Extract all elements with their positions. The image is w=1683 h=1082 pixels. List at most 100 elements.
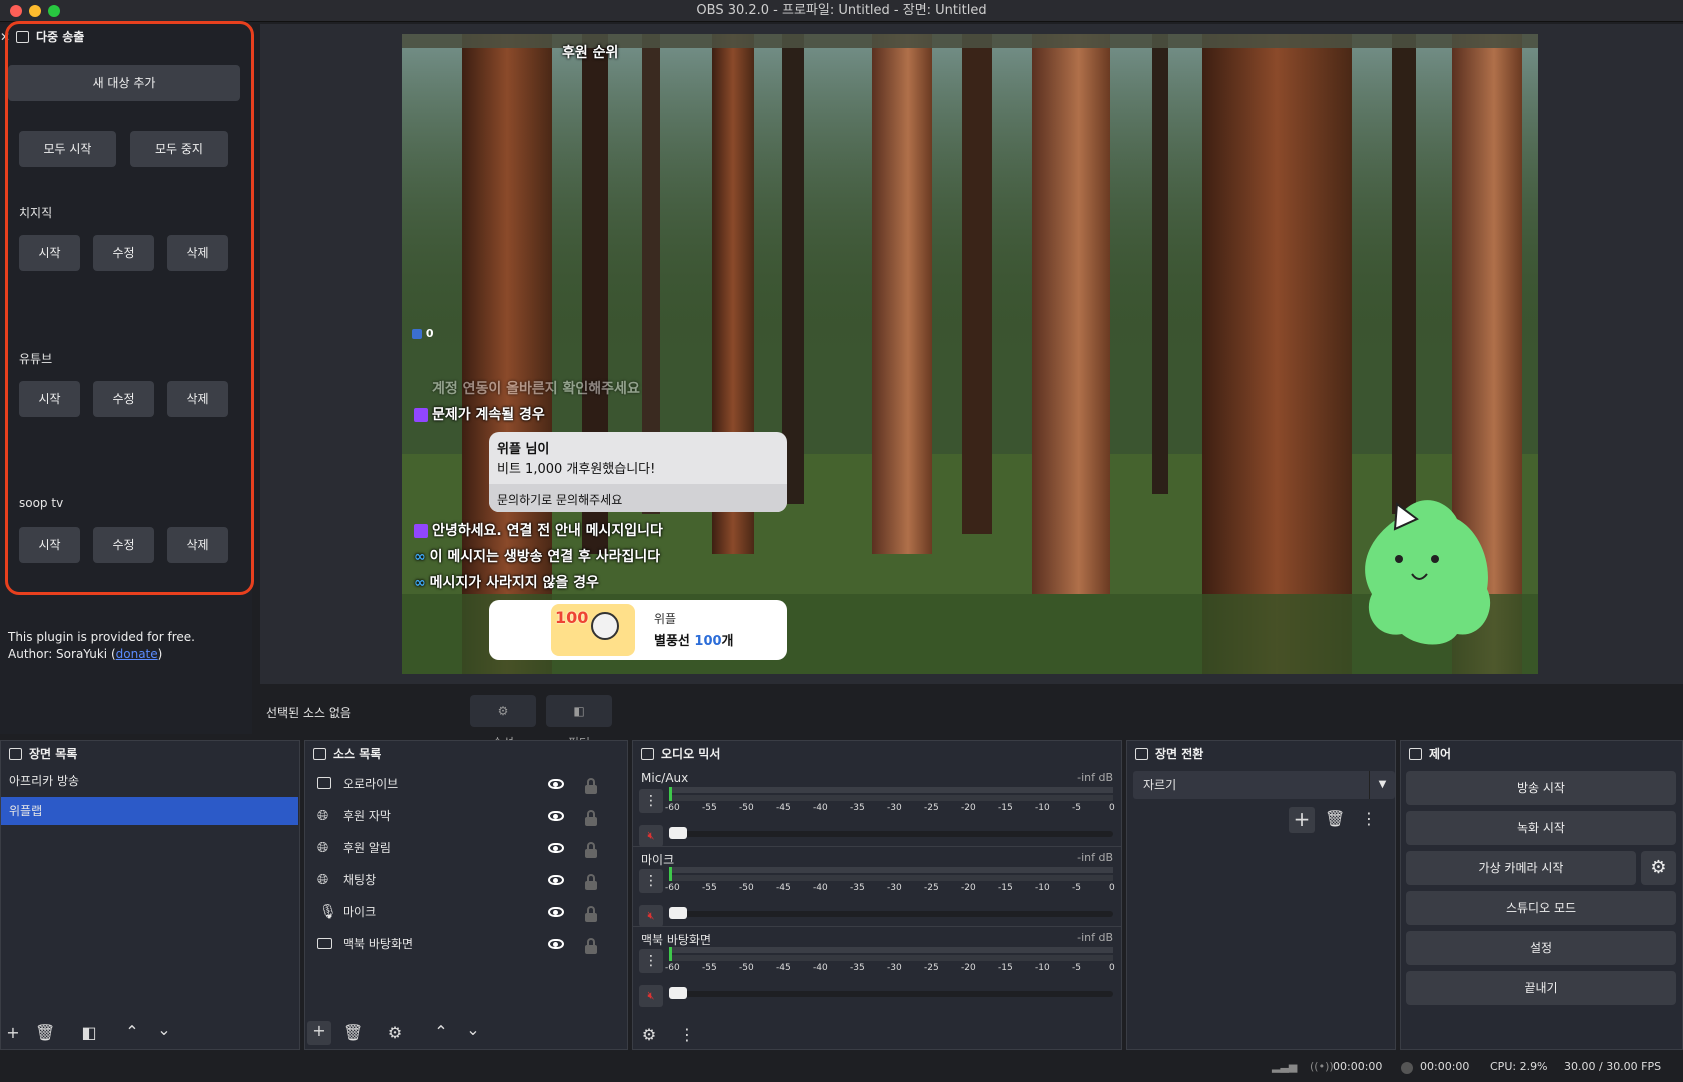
chevron-down-icon[interactable]: ▼ [1369, 771, 1395, 799]
zoom-window-button[interactable] [48, 5, 60, 17]
properties-button[interactable]: ⚙ 속성 [470, 695, 536, 750]
trash-icon[interactable]: 🗑 [35, 1023, 55, 1042]
channel-menu-dots-icon[interactable]: ⋮ [639, 869, 663, 893]
meter-tick-label: -15 [998, 883, 1013, 893]
scene-item-selected[interactable]: 위플랩 [1, 797, 298, 825]
meter-tick-label: -20 [961, 963, 976, 973]
counter-value: 0 [425, 327, 434, 340]
window-title: OBS 30.2.0 - 프로파일: Untitled - 장면: Untitl… [696, 3, 987, 18]
trash-icon[interactable]: 🗑 [343, 1023, 363, 1042]
meter-tick-label: -40 [813, 963, 828, 973]
visibility-eye-icon[interactable] [548, 939, 564, 949]
transition-select[interactable]: 자르기 ▼ [1133, 771, 1395, 799]
channel-menu-dots-icon[interactable]: ⋮ [639, 789, 663, 813]
add-icon[interactable]: + [3, 1023, 23, 1042]
add-icon[interactable]: + [1289, 807, 1315, 833]
lock-icon[interactable] [585, 938, 597, 954]
source-row[interactable]: 🌐︎ 후원 자막 [305, 800, 623, 832]
channel-level: -inf dB [1077, 931, 1113, 944]
volume-slider-handle[interactable] [669, 907, 687, 919]
channel-menu-dots-icon[interactable]: ⋮ [639, 949, 663, 973]
visibility-eye-icon[interactable] [548, 907, 564, 917]
meter-tick-label: 0 [1109, 803, 1115, 813]
visibility-eye-icon[interactable] [548, 811, 564, 821]
chevron-down-icon[interactable]: ⌄ [463, 1020, 483, 1039]
chevron-up-icon[interactable]: ⌃ [431, 1022, 451, 1041]
record-time: 00:00:00 [1420, 1060, 1470, 1073]
window-titlebar: OBS 30.2.0 - 프로파일: Untitled - 장면: Untitl… [0, 0, 1683, 22]
channel-level: -inf dB [1077, 771, 1113, 784]
donate-link[interactable]: donate [116, 647, 158, 661]
exit-button[interactable]: 끝내기 [1406, 971, 1676, 1005]
source-name: 맥북 바탕화면 [343, 937, 414, 951]
menu-dots-icon[interactable]: ⋮ [1361, 809, 1377, 828]
minimize-window-button[interactable] [29, 5, 41, 17]
gear-icon[interactable]: ⚙ [385, 1023, 405, 1042]
studio-mode-button[interactable]: 스튜디오 모드 [1406, 891, 1676, 925]
stream-time: 00:00:00 [1333, 1060, 1383, 1073]
meter-tick-label: -30 [887, 803, 902, 813]
advanced-audio-gear-icon[interactable]: ⚙ [639, 1025, 659, 1044]
meter-tick-label: -40 [813, 883, 828, 893]
volume-meter [669, 787, 1113, 793]
visibility-eye-icon[interactable] [548, 875, 564, 885]
filters-button[interactable]: ◧ 필터 [546, 695, 612, 750]
source-name: 후원 자막 [343, 809, 391, 823]
meter-tick-label: -15 [998, 803, 1013, 813]
start-virtual-camera-button[interactable]: 가상 카메라 시작 [1406, 851, 1636, 885]
volume-meter [669, 955, 1113, 961]
lock-icon[interactable] [585, 810, 597, 826]
image-icon [317, 777, 331, 789]
source-row[interactable]: 🎙︎ 마이크 [305, 896, 623, 928]
muted-speaker-icon[interactable]: 🔇︎ [639, 825, 663, 847]
muted-speaker-icon[interactable]: 🔇︎ [639, 905, 663, 927]
chevron-down-icon[interactable]: ⌄ [154, 1020, 174, 1039]
balloon-image: 100 [551, 604, 635, 656]
trash-icon[interactable]: 🗑 [1325, 809, 1345, 828]
filter-icon[interactable]: ◧ [79, 1023, 99, 1042]
chat-line: ∞ 이 메시지는 생방송 연결 후 사라집니다 [414, 549, 661, 565]
volume-slider-handle[interactable] [669, 987, 687, 999]
alert-message: 비트 1,000 개후원했습니다! [497, 462, 656, 477]
lock-icon[interactable] [585, 778, 597, 794]
virtual-camera-gear-icon[interactable]: ⚙ [1641, 851, 1676, 885]
source-row[interactable]: 🌐︎ 후원 알림 [305, 832, 623, 864]
settings-button[interactable]: 설정 [1406, 931, 1676, 965]
chevron-up-icon[interactable]: ⌃ [122, 1022, 142, 1041]
controls-title: 제어 [1401, 741, 1683, 767]
lock-icon[interactable] [585, 842, 597, 858]
dock-float-icon[interactable] [1409, 748, 1422, 760]
volume-slider-track[interactable] [669, 991, 1113, 997]
volume-meter [669, 795, 1113, 801]
alert-name: 위플 님이 [497, 442, 550, 457]
dock-float-icon[interactable] [313, 748, 326, 760]
source-row[interactable]: 맥북 바탕화면 [305, 928, 623, 960]
menu-dots-icon[interactable]: ⋮ [679, 1025, 695, 1044]
source-row[interactable]: 🌐︎ 채팅창 [305, 864, 623, 896]
muted-speaker-icon[interactable]: 🔇︎ [639, 985, 663, 1007]
volume-meter [669, 867, 1113, 873]
start-record-button[interactable]: 녹화 시작 [1406, 811, 1676, 845]
twitch-icon [414, 524, 428, 538]
visibility-eye-icon[interactable] [548, 779, 564, 789]
dock-float-icon[interactable] [1135, 748, 1148, 760]
visibility-eye-icon[interactable] [548, 843, 564, 853]
lock-icon[interactable] [585, 874, 597, 890]
volume-slider-handle[interactable] [669, 827, 687, 839]
signal-icon: ▂▃▅ [1272, 1060, 1298, 1073]
preview-canvas[interactable]: 후원 순위 0 계정 연동이 올바른지 확인해주세요 문제가 계속될 경우 위플… [402, 34, 1538, 674]
volume-slider-track[interactable] [669, 831, 1113, 837]
scenes-dock: 장면 목록 아프리카 방송 위플랩 + 🗑 ◧ ⌃ ⌄ [0, 740, 300, 1050]
meter-tick-label: -5 [1072, 803, 1081, 813]
lock-icon[interactable] [585, 906, 597, 922]
add-icon[interactable]: + [307, 1021, 331, 1045]
dock-float-icon[interactable] [9, 748, 22, 760]
start-stream-button[interactable]: 방송 시작 [1406, 771, 1676, 805]
dock-float-icon[interactable] [641, 748, 654, 760]
source-row[interactable]: 오로라이브 [305, 768, 623, 800]
volume-slider-track[interactable] [669, 911, 1113, 917]
filter-icon: ◧ [573, 704, 585, 718]
source-toolbar: 선택된 소스 없음 ⚙ 속성 ◧ 필터 [260, 690, 1683, 750]
close-window-button[interactable] [10, 5, 22, 17]
scene-item[interactable]: 아프리카 방송 [1, 767, 301, 795]
